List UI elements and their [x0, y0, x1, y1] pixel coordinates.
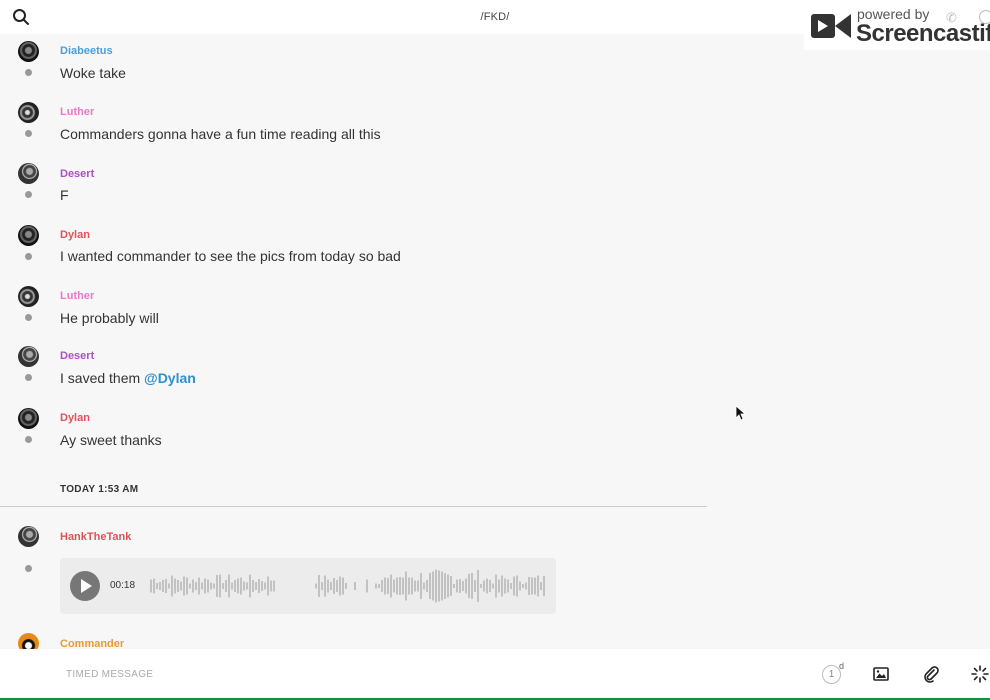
avatar[interactable]: [18, 346, 39, 367]
message-text: F: [60, 187, 69, 203]
avatar[interactable]: [18, 225, 39, 246]
image-icon: [873, 667, 889, 681]
status-dot: [25, 253, 32, 260]
message-sender[interactable]: Dylan: [60, 229, 90, 241]
audio-duration: 00:18: [110, 580, 136, 591]
paperclip-icon: [924, 666, 939, 683]
avatar[interactable]: [18, 408, 39, 429]
day-divider-label: TODAY 1:53 AM: [60, 484, 139, 495]
avatar[interactable]: [18, 526, 39, 547]
message-text-prefix: I saved them: [60, 370, 145, 386]
timer-button[interactable]: 1 d: [822, 661, 844, 685]
play-button[interactable]: [70, 571, 100, 601]
message-text: Woke take: [60, 65, 126, 81]
message-list: Diabeetus Woke take Luther Commanders go…: [0, 34, 990, 649]
message-text: I wanted commander to see the pics from …: [60, 248, 401, 264]
status-dot: [25, 69, 32, 76]
avatar[interactable]: [18, 102, 39, 123]
message-text: He probably will: [60, 310, 159, 326]
message-sender[interactable]: Commander: [60, 638, 124, 649]
avatar[interactable]: [18, 633, 39, 649]
message-text: I saved them @Dylan: [60, 370, 196, 386]
message-sender[interactable]: HankTheTank: [60, 531, 131, 543]
phone-icon[interactable]: ✆: [946, 10, 957, 26]
status-dot: [25, 436, 32, 443]
info-icon[interactable]: [979, 10, 990, 24]
status-dot: [25, 374, 32, 381]
sparkle-icon: [971, 665, 989, 683]
message-sender[interactable]: Desert: [60, 168, 94, 180]
mouse-cursor-icon: [735, 405, 747, 421]
status-dot: [25, 130, 32, 137]
audio-waveform[interactable]: [150, 566, 546, 606]
status-dot: [25, 565, 32, 572]
avatar[interactable]: [18, 41, 39, 62]
effects-button[interactable]: [971, 665, 989, 683]
avatar[interactable]: [18, 163, 39, 184]
message-sender[interactable]: Dylan: [60, 412, 90, 424]
message-sender[interactable]: Luther: [60, 106, 94, 118]
avatar[interactable]: [18, 286, 39, 307]
message-text: Ay sweet thanks: [60, 432, 162, 448]
message-composer: 1 d: [0, 649, 990, 700]
image-button[interactable]: [873, 666, 889, 682]
day-divider-line: [0, 506, 707, 507]
message-text: Commanders gonna have a fun time reading…: [60, 126, 381, 142]
message-sender[interactable]: Desert: [60, 350, 94, 362]
message-sender[interactable]: Diabeetus: [60, 45, 113, 57]
timed-message-input[interactable]: [66, 665, 666, 683]
status-dot: [25, 191, 32, 198]
timer-unit: d: [839, 661, 845, 671]
status-dot: [25, 314, 32, 321]
audio-player: 00:18: [60, 558, 556, 614]
attach-button[interactable]: [923, 665, 939, 683]
message-sender[interactable]: Luther: [60, 290, 94, 302]
mention-link[interactable]: @Dylan: [144, 370, 196, 386]
